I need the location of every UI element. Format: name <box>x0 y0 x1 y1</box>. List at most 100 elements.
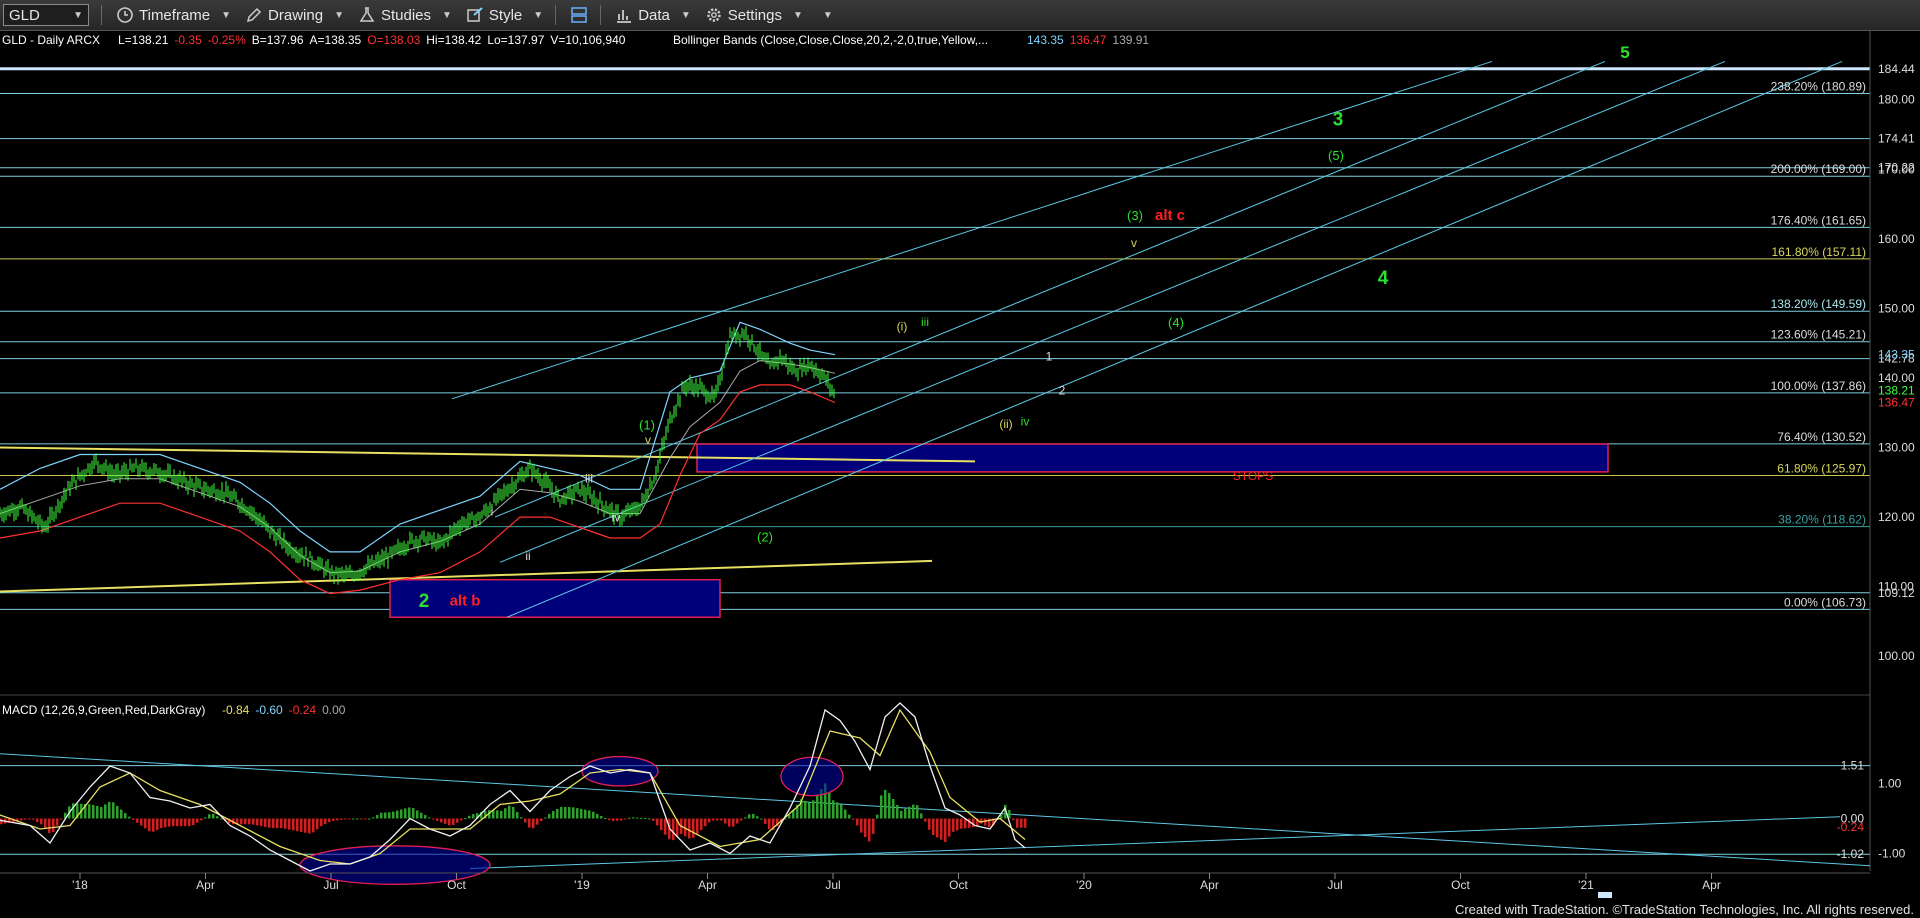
macd-histogram-bar <box>1020 818 1023 828</box>
x-tick-label: Apr <box>698 878 717 892</box>
settings-button[interactable]: Settings ▼ <box>705 6 803 24</box>
wave-label: alt b <box>450 592 481 609</box>
data-button[interactable]: Data ▼ <box>615 6 691 24</box>
y-tick-label: 180.00 <box>1878 93 1915 107</box>
y-tick-label: 120.00 <box>1878 510 1915 524</box>
chevron-down-icon: ▼ <box>822 9 833 21</box>
macd-axis-value-label: -0.24 <box>1837 820 1865 834</box>
macd-histogram-bar <box>328 818 331 823</box>
quote-value: V=10,106,940 <box>550 33 625 47</box>
footer-credit: Created with TradeStation. ©TradeStation… <box>1454 902 1914 917</box>
macd-histogram-bar <box>516 812 519 819</box>
macd-histogram-bar <box>96 805 99 819</box>
macd-histogram-bar <box>696 818 699 834</box>
layout-button[interactable] <box>570 6 588 24</box>
fib-level-label: 176.40% (161.65) <box>1771 213 1866 227</box>
macd-histogram-bar <box>628 817 631 819</box>
macd-histogram-bar <box>892 798 895 819</box>
macd-histogram-bar <box>108 801 111 819</box>
macd-histogram-bar <box>216 816 219 819</box>
quote-value: -0.25% <box>208 33 246 47</box>
fib-level-label: 61.80% (125.97) <box>1777 462 1866 476</box>
macd-histogram-bar <box>244 818 247 825</box>
macd-histogram-bar <box>284 818 287 829</box>
macd-histogram-bar <box>456 818 459 823</box>
macd-histogram-bar <box>748 814 751 819</box>
macd-histogram-bar <box>252 818 255 825</box>
wave-label: 5 <box>1620 43 1629 62</box>
macd-histogram-bar <box>340 818 343 820</box>
chevron-down-icon: ▼ <box>442 9 452 21</box>
y-tick-label: 150.00 <box>1878 301 1915 315</box>
macd-histogram-bar <box>168 818 171 827</box>
macd-histogram-bar <box>100 806 103 819</box>
macd-histogram-bar <box>472 814 475 819</box>
macd-histogram-bar <box>712 818 715 821</box>
macd-histogram-bar <box>356 818 359 820</box>
axis-value-label: 136.47 <box>1878 396 1915 410</box>
flask-icon <box>359 7 375 22</box>
chart-area[interactable]: 53(5)(3) alt cv4(4)(i) iii12(ii) iv(1)viiii… <box>0 31 1920 902</box>
wave-label: iii <box>921 315 929 329</box>
macd-histogram-bar <box>436 818 439 821</box>
macd-histogram-bar <box>460 818 463 821</box>
x-tick-label: Apr <box>1200 878 1219 892</box>
x-tick-label: Jul <box>1327 878 1342 892</box>
macd-histogram-bar <box>832 800 835 819</box>
macd-histogram-bar <box>424 815 427 819</box>
macd-histogram-bar <box>616 818 619 821</box>
quote-value: O=138.03 <box>367 33 420 47</box>
macd-histogram-bar <box>700 818 703 831</box>
macd-histogram-bar <box>152 818 155 832</box>
macd-histogram-bar <box>880 795 883 819</box>
data-label: Data <box>638 6 670 24</box>
macd-value: 0.00 <box>322 703 346 717</box>
macd-histogram-bar <box>212 813 215 819</box>
macd-histogram-bar <box>1024 818 1027 828</box>
macd-histogram-bar <box>528 818 531 828</box>
macd-histogram-bar <box>736 818 739 824</box>
wave-label: (ii) <box>999 417 1012 431</box>
macd-histogram-bar <box>512 806 515 819</box>
studies-button[interactable]: Studies ▼ <box>358 6 452 24</box>
axis-value-label: 170.22 <box>1878 161 1915 175</box>
macd-histogram-bar <box>664 818 667 835</box>
style-button[interactable]: Style ▼ <box>466 6 543 24</box>
macd-histogram-bar <box>536 818 539 825</box>
layout-icon <box>571 7 587 23</box>
wave-label: v <box>645 433 651 447</box>
y-tick-label: 100.00 <box>1878 649 1915 663</box>
macd-histogram-bar <box>904 808 907 819</box>
macd-histogram-bar <box>756 816 759 819</box>
macd-histogram-bar <box>592 811 595 819</box>
fib-level-label: 123.60% (145.21) <box>1771 328 1866 342</box>
toolbar-divider <box>600 5 602 25</box>
macd-histogram-bar <box>908 806 911 819</box>
chevron-down-icon: ▼ <box>334 9 344 21</box>
macd-histogram-bar <box>868 818 871 842</box>
macd-histogram-bar <box>88 804 91 819</box>
macd-histogram-bar <box>900 810 903 819</box>
wave-label: ii <box>525 549 530 563</box>
wave-label: (2) <box>757 529 773 544</box>
timeframe-button[interactable]: Timeframe ▼ <box>116 6 231 24</box>
toolbar-divider <box>555 5 557 25</box>
macd-histogram-bar <box>812 800 815 819</box>
macd-histogram-bar <box>968 818 971 828</box>
macd-y-tick-label: -1.00 <box>1878 847 1906 861</box>
quote-value: B=137.96 <box>252 33 304 47</box>
drawing-button[interactable]: Drawing ▼ <box>245 6 344 24</box>
quote-value: A=138.35 <box>310 33 362 47</box>
more-button[interactable]: ▼ <box>817 10 833 21</box>
wave-label: (1) <box>639 417 655 432</box>
macd-value: -0.84 <box>222 703 250 717</box>
symbol-input[interactable]: GLD ▼ <box>3 4 89 26</box>
study-value: 139.91 <box>1112 33 1149 47</box>
chevron-down-icon: ▼ <box>73 9 83 21</box>
macd-histogram-bar <box>60 818 63 820</box>
macd-histogram-bar <box>632 817 635 819</box>
x-tick-label: Jul <box>323 878 338 892</box>
fib-level-label: 238.20% (180.89) <box>1771 80 1866 94</box>
quote-value: L=138.21 <box>118 33 169 47</box>
macd-histogram-bar <box>808 802 811 819</box>
